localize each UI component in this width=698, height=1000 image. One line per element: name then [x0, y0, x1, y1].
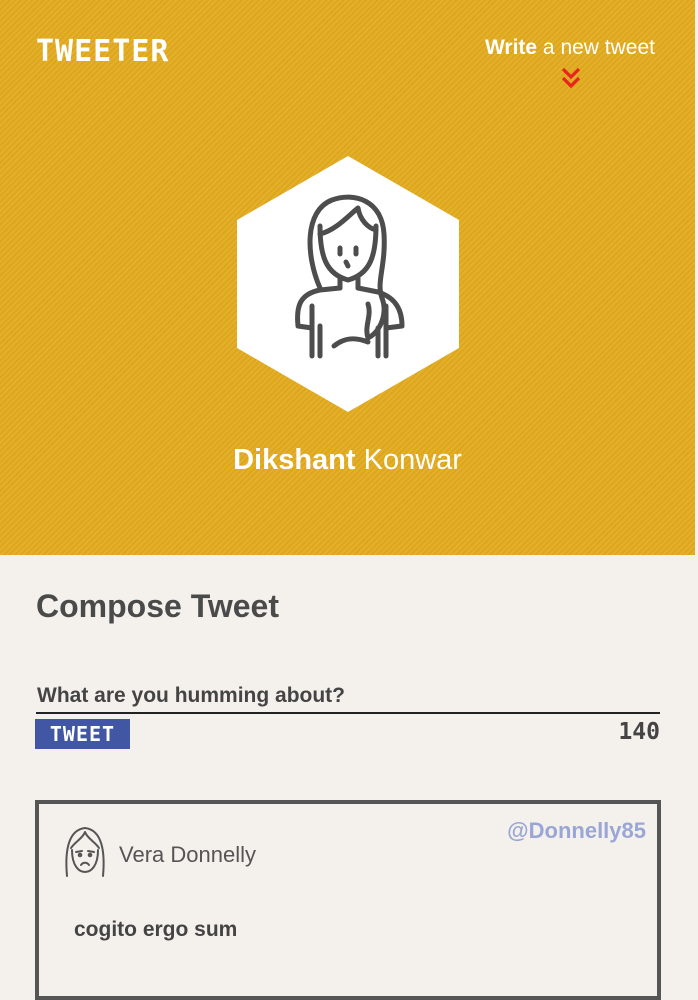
- compose-title: Compose Tweet: [36, 588, 279, 624]
- profile-name: Dikshant Konwar: [0, 444, 695, 477]
- profile-avatar: [236, 156, 460, 412]
- first-name: Dikshant: [233, 444, 356, 476]
- write-new-tweet-bold: Write: [484, 36, 538, 59]
- write-new-tweet-rest: a new tweet: [537, 36, 655, 59]
- chevron-double-down-icon[interactable]: [559, 66, 583, 92]
- sad-woman-avatar-icon: [65, 827, 105, 877]
- woman-avatar-icon: [237, 156, 459, 412]
- tweet-card: Vera Donnelly @Donnelly85 cogito ergo su…: [35, 800, 661, 1000]
- tweet-text-input[interactable]: [36, 680, 660, 714]
- profile-header: TWEETER Write a new tweet Dikshant Konwa…: [0, 0, 695, 555]
- character-counter: 140: [618, 719, 660, 745]
- tweet-author-name: Vera Donnelly: [119, 842, 256, 867]
- tweet-author-handle[interactable]: @Donnelly85: [507, 818, 646, 844]
- tweet-button[interactable]: TWEET: [35, 719, 130, 749]
- tweet-text: cogito ergo sum: [74, 918, 238, 941]
- last-name: Konwar: [355, 444, 462, 476]
- write-new-tweet-link[interactable]: Write a new tweet: [485, 36, 655, 60]
- brand-logo[interactable]: TWEETER: [36, 34, 169, 69]
